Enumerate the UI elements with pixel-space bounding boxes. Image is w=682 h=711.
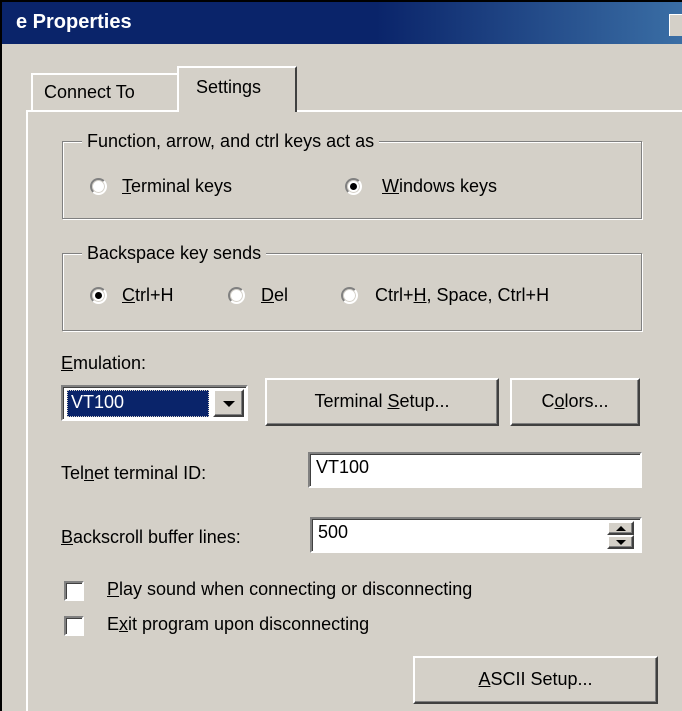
function-keys-legend: Function, arrow, and ctrl keys act as: [82, 131, 380, 152]
del-label[interactable]: Del: [261, 285, 288, 306]
emulation-select[interactable]: VT100: [61, 385, 248, 421]
play-sound-checkbox[interactable]: [64, 581, 84, 601]
tab-settings[interactable]: Settings: [177, 66, 297, 112]
emulation-dropdown-button[interactable]: [213, 389, 244, 417]
chevron-up-icon: [616, 526, 626, 531]
emulation-label: Emulation:: [61, 353, 147, 373]
chevron-down-icon: [223, 401, 235, 407]
backscroll-input[interactable]: 500: [310, 517, 642, 553]
windows-keys-radio[interactable]: [345, 178, 362, 195]
terminal-setup-button[interactable]: Terminal Setup...: [265, 378, 499, 426]
ascii-setup-button[interactable]: ASCII Setup...: [413, 656, 658, 704]
backscroll-label: Backscroll buffer lines:: [61, 527, 241, 547]
del-radio[interactable]: [228, 287, 245, 304]
chevron-down-icon: [616, 540, 626, 545]
title-bar[interactable]: e Properties: [2, 2, 682, 44]
tab-connect-to[interactable]: Connect To: [31, 73, 179, 111]
backspace-legend: Backspace key sends: [82, 243, 267, 264]
ctrl-h-space-radio[interactable]: [341, 287, 358, 304]
colors-button[interactable]: Colors...: [510, 378, 640, 426]
telnet-id-label: Telnet terminal ID:: [61, 463, 207, 483]
title-bar-button[interactable]: [669, 14, 682, 36]
window-title: e Properties: [16, 11, 132, 33]
spin-up-button[interactable]: [607, 521, 634, 535]
exit-program-checkbox[interactable]: [64, 616, 84, 636]
terminal-keys-label[interactable]: Terminal keys: [122, 176, 232, 197]
spin-down-button[interactable]: [607, 535, 634, 549]
exit-program-label[interactable]: Exit program upon disconnecting: [107, 614, 369, 635]
ctrl-h-space-label[interactable]: Ctrl+H, Space, Ctrl+H: [375, 285, 549, 306]
emulation-selected-value: VT100: [67, 390, 209, 417]
terminal-keys-radio[interactable]: [90, 178, 107, 195]
telnet-id-input[interactable]: VT100: [308, 452, 642, 488]
play-sound-label[interactable]: Play sound when connecting or disconnect…: [107, 579, 472, 600]
ctrl-h-label[interactable]: Ctrl+H: [122, 285, 174, 306]
windows-keys-label[interactable]: Windows keys: [382, 176, 497, 197]
ctrl-h-radio[interactable]: [90, 287, 107, 304]
